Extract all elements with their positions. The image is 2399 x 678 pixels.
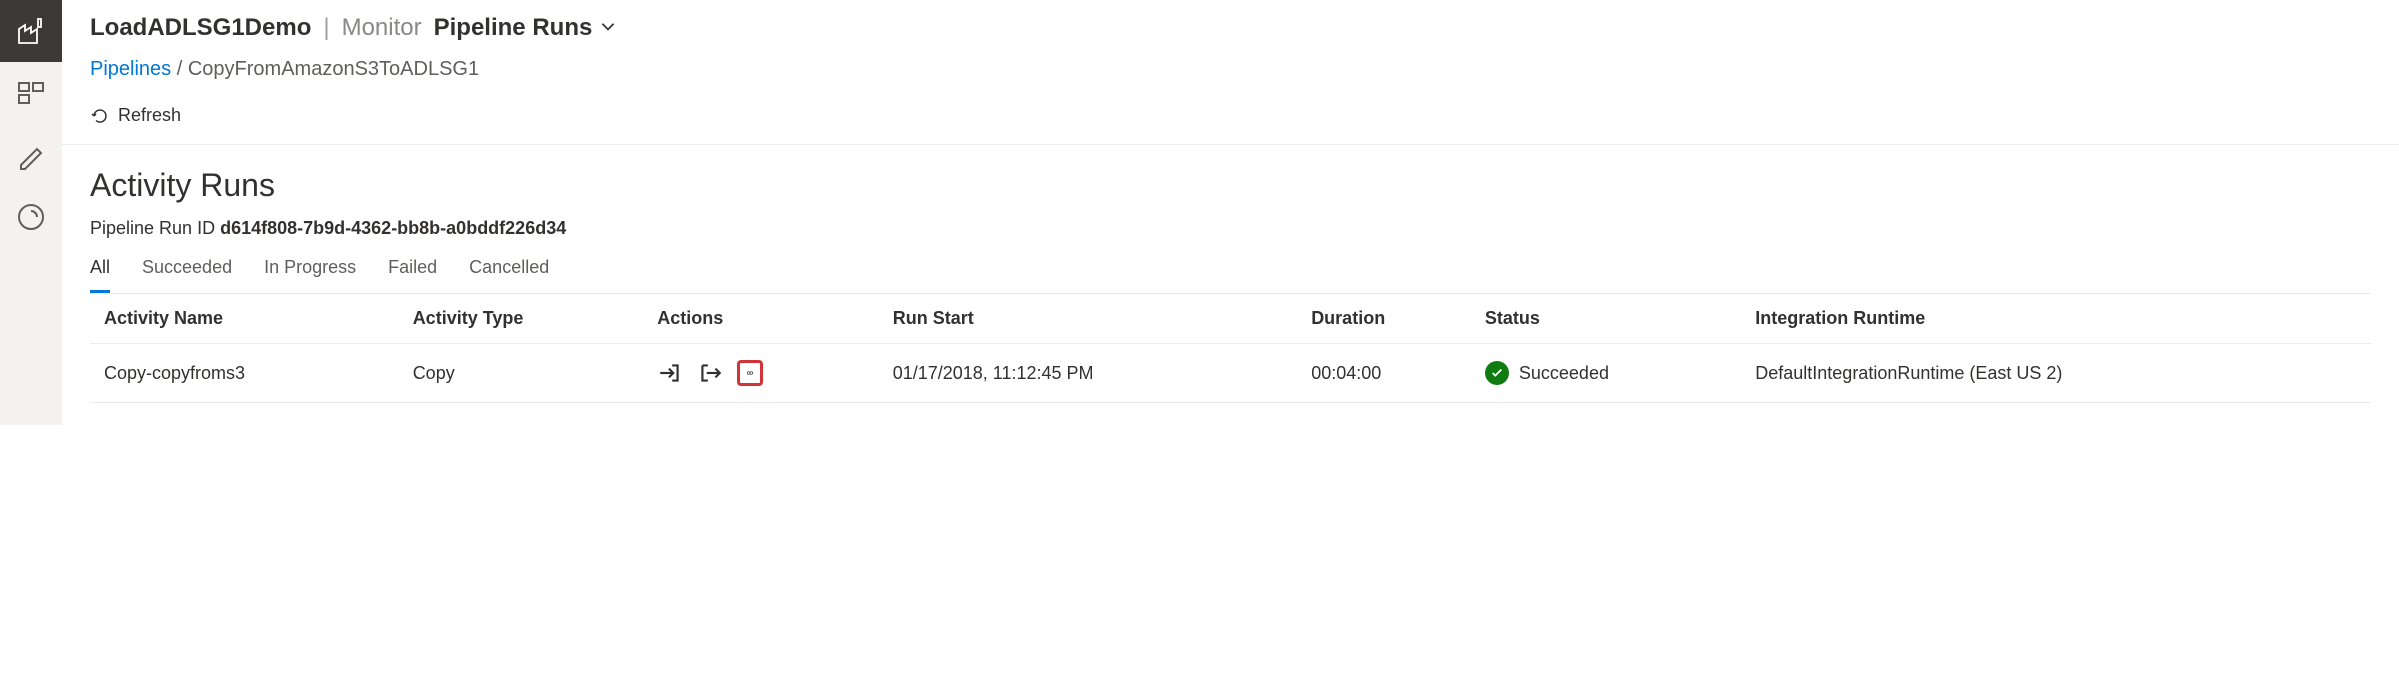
nav-author-icon[interactable] (0, 124, 62, 186)
left-nav (0, 0, 62, 425)
action-input-icon[interactable] (657, 360, 683, 386)
col-activity-name[interactable]: Activity Name (90, 294, 405, 344)
status-filter-tabs: All Succeeded In Progress Failed Cancell… (90, 257, 2371, 294)
breadcrumb-root[interactable]: Pipelines (90, 58, 171, 80)
status-success-icon (1485, 361, 1509, 385)
section-label: Monitor (342, 14, 422, 42)
app-name: LoadADLSG1Demo (90, 14, 311, 42)
page-dropdown[interactable]: Pipeline Runs (434, 14, 617, 42)
breadcrumb-current: CopyFromAmazonS3ToADLSG1 (188, 58, 479, 80)
col-status[interactable]: Status (1477, 294, 1747, 344)
cell-status: Succeeded (1519, 363, 1609, 384)
cell-runtime: DefaultIntegrationRuntime (East US 2) (1747, 344, 2371, 403)
title-bar: LoadADLSG1Demo | Monitor Pipeline Runs (62, 0, 2399, 54)
col-activity-type[interactable]: Activity Type (405, 294, 650, 344)
refresh-icon (90, 106, 110, 126)
col-runtime[interactable]: Integration Runtime (1747, 294, 2371, 344)
cell-activity-type: Copy (405, 344, 650, 403)
breadcrumb: Pipelines / CopyFromAmazonS3ToADLSG1 (62, 54, 2399, 99)
tab-succeeded[interactable]: Succeeded (142, 257, 232, 293)
col-duration[interactable]: Duration (1303, 294, 1477, 344)
activity-table: Activity Name Activity Type Actions Run … (90, 294, 2371, 403)
nav-monitor-icon[interactable] (0, 186, 62, 248)
action-details-icon[interactable] (737, 360, 763, 386)
table-row: Copy-copyfroms3 Copy (90, 344, 2371, 403)
cell-duration: 00:04:00 (1303, 344, 1477, 403)
nav-overview-icon[interactable] (0, 62, 62, 124)
tab-all[interactable]: All (90, 257, 110, 293)
tab-cancelled[interactable]: Cancelled (469, 257, 549, 293)
refresh-button[interactable]: Refresh (90, 105, 181, 126)
title-separator: | (323, 14, 329, 42)
chevron-down-icon (599, 17, 617, 35)
action-output-icon[interactable] (697, 360, 723, 386)
col-actions: Actions (649, 294, 884, 344)
tab-failed[interactable]: Failed (388, 257, 437, 293)
section-title: Activity Runs (90, 167, 2371, 204)
cell-run-start: 01/17/2018, 11:12:45 PM (885, 344, 1303, 403)
nav-factory-icon[interactable] (0, 0, 62, 62)
col-run-start[interactable]: Run Start (885, 294, 1303, 344)
tab-in-progress[interactable]: In Progress (264, 257, 356, 293)
run-id-line: Pipeline Run ID d614f808-7b9d-4362-bb8b-… (90, 218, 2371, 239)
run-id-value: d614f808-7b9d-4362-bb8b-a0bddf226d34 (220, 218, 566, 238)
cell-activity-name: Copy-copyfroms3 (90, 344, 405, 403)
